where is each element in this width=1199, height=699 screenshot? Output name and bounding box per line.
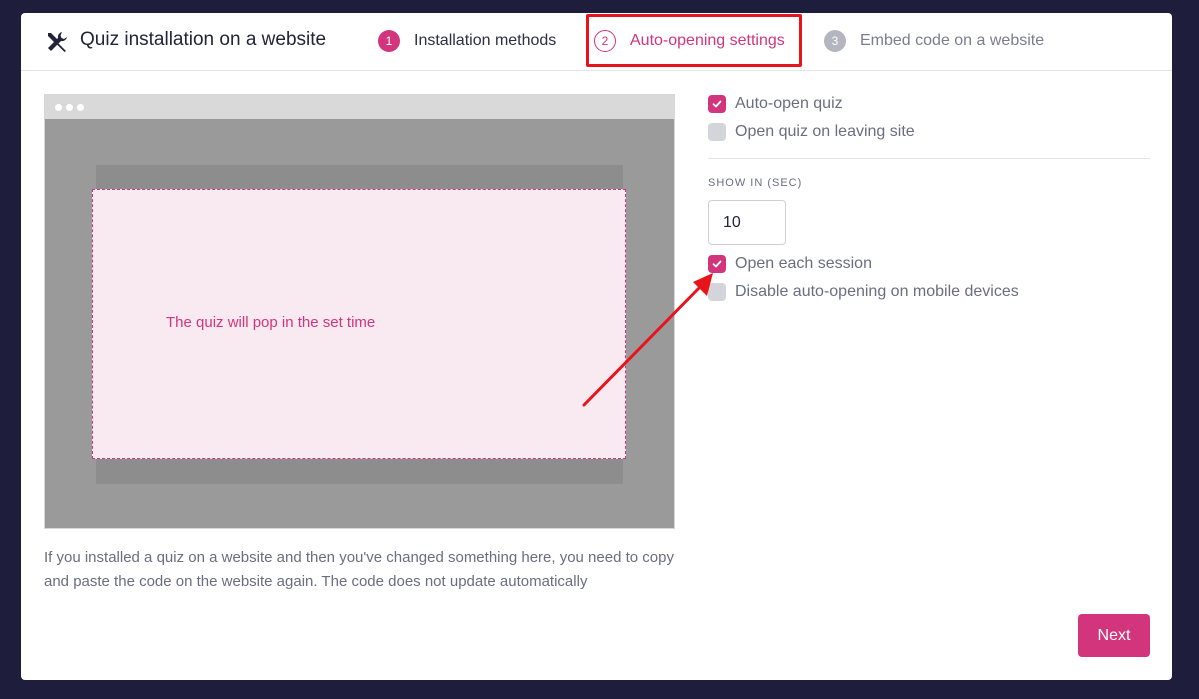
browser-preview: The quiz will pop in the set time [44, 94, 675, 529]
auto-open-checkbox[interactable] [708, 95, 726, 113]
page-title: Quiz installation on a website [80, 29, 327, 50]
step-label: Auto-opening settings [630, 32, 785, 49]
step-number: 2 [594, 30, 616, 52]
step-number: 3 [824, 30, 846, 52]
open-each-session-checkbox[interactable] [708, 255, 726, 273]
window-dot-icon [77, 104, 84, 111]
step-label: Embed code on a website [860, 32, 1045, 49]
checkbox-label: Open each session [735, 255, 872, 272]
quiz-installation-modal: Quiz installation on a website 1 Install… [21, 13, 1172, 680]
checkbox-label: Disable auto-opening on mobile devices [735, 283, 1019, 300]
open-on-leaving-option[interactable]: Open quiz on leaving site [708, 122, 915, 142]
open-on-leaving-checkbox[interactable] [708, 123, 726, 141]
show-in-seconds-input[interactable] [708, 200, 786, 245]
step-auto-opening-settings[interactable]: 2 Auto-opening settings [594, 30, 785, 52]
checkmark-icon [712, 260, 722, 268]
checkbox-label: Auto-open quiz [735, 95, 843, 112]
window-dot-icon [55, 104, 62, 111]
tools-icon [48, 32, 67, 52]
step-installation-methods[interactable]: 1 Installation methods [378, 30, 556, 52]
quiz-popup-preview: The quiz will pop in the set time [92, 189, 626, 459]
step-number: 1 [378, 30, 400, 52]
show-in-label: SHOW IN (SEC) [708, 177, 803, 189]
update-note: If you installed a quiz on a website and… [44, 549, 674, 590]
popup-text: The quiz will pop in the set time [166, 314, 376, 331]
checkmark-icon [712, 100, 722, 108]
open-each-session-option[interactable]: Open each session [708, 254, 872, 274]
disable-mobile-option[interactable]: Disable auto-opening on mobile devices [708, 282, 1019, 302]
divider [708, 158, 1150, 159]
next-button[interactable]: Next [1078, 614, 1150, 657]
browser-toolbar [45, 95, 674, 119]
auto-open-quiz-option[interactable]: Auto-open quiz [708, 94, 843, 114]
checkbox-label: Open quiz on leaving site [735, 123, 915, 140]
modal-header: Quiz installation on a website 1 Install… [21, 13, 1172, 71]
window-dot-icon [66, 104, 73, 111]
step-label: Installation methods [414, 32, 557, 49]
disable-mobile-checkbox[interactable] [708, 283, 726, 301]
step-embed-code[interactable]: 3 Embed code on a website [824, 30, 1044, 52]
